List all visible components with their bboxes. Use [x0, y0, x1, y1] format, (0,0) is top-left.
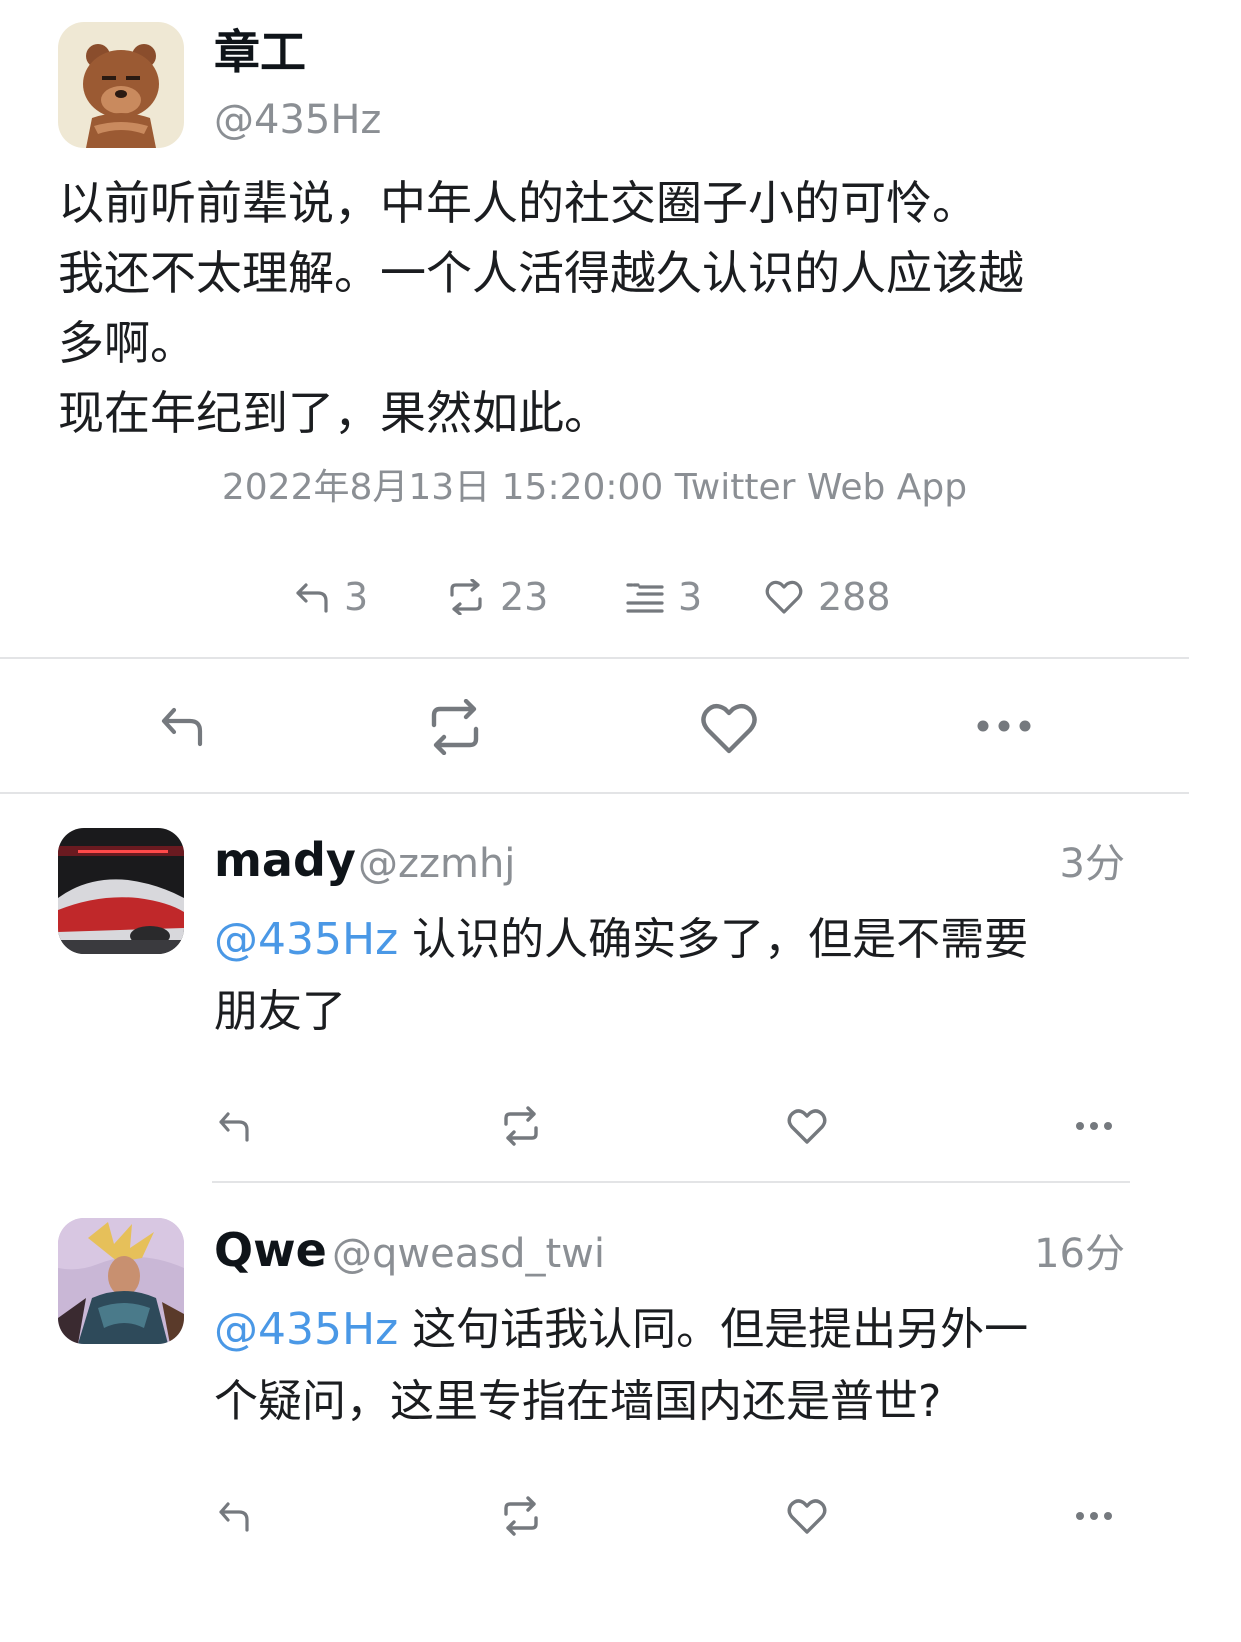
retweet-button[interactable]	[498, 1104, 544, 1148]
mention-link[interactable]: @435Hz	[214, 1304, 398, 1355]
quote-icon	[626, 583, 664, 613]
like-button[interactable]	[698, 698, 760, 758]
reply-author-handle[interactable]: @qweasd_twi	[332, 1228, 605, 1280]
quote-count-value: 3	[678, 575, 703, 619]
tweet-meta: 2022年8月13日 15:20:00 Twitter Web App	[221, 467, 968, 508]
retweet-count[interactable]: 23	[446, 574, 548, 620]
mention-link[interactable]: @435Hz	[214, 914, 398, 965]
author-handle[interactable]: @435Hz	[214, 94, 381, 146]
retweet-count-value: 23	[500, 575, 549, 619]
reply-time: 3分	[1059, 841, 1125, 887]
tweet-text: 以前听前辈说，中年人的社交圈子小的可怜。 我还不太理解。一个人活得越久认识的人应…	[58, 176, 1024, 440]
like-count-value: 288	[818, 575, 891, 619]
more-button[interactable]	[1072, 1112, 1116, 1140]
retweet-button[interactable]	[424, 696, 486, 758]
like-button[interactable]	[784, 1494, 830, 1538]
like-count[interactable]: 288	[764, 574, 891, 620]
divider	[0, 657, 1189, 659]
more-button[interactable]	[974, 706, 1034, 746]
reply-time: 16分	[1034, 1231, 1125, 1277]
author-name[interactable]: 章工	[214, 24, 306, 80]
divider	[0, 792, 1189, 794]
reply-author-name[interactable]: mady	[214, 832, 356, 888]
reply-icon	[161, 707, 203, 747]
reply-avatar[interactable]	[58, 1218, 184, 1344]
reply-avatar[interactable]	[58, 828, 184, 954]
reply-button[interactable]	[212, 1494, 256, 1538]
retweet-icon	[450, 579, 482, 615]
reply-icon	[296, 583, 328, 613]
heart-icon	[765, 580, 803, 614]
divider	[212, 1181, 1130, 1183]
reply-button[interactable]	[212, 1104, 256, 1148]
more-icon	[1076, 1122, 1112, 1130]
more-button[interactable]	[1072, 1502, 1116, 1530]
more-icon	[977, 720, 1031, 732]
reply-author-name[interactable]: Qwe	[214, 1222, 327, 1278]
like-button[interactable]	[784, 1104, 830, 1148]
reply-text: @435Hz 认识的人确实多了，但是不需要 朋友了	[214, 904, 1174, 1048]
reply-icon	[219, 1502, 249, 1532]
reply-count[interactable]: 3	[294, 574, 368, 620]
retweet-icon	[504, 1496, 538, 1536]
retweet-icon	[504, 1106, 538, 1146]
retweet-icon	[431, 699, 479, 755]
retweet-button[interactable]	[498, 1494, 544, 1538]
reply-count-value: 3	[344, 575, 369, 619]
reply-button[interactable]	[152, 696, 212, 756]
quote-count[interactable]: 3	[624, 574, 702, 620]
reply-author-handle[interactable]: @zzmhj	[358, 838, 515, 890]
more-icon	[1076, 1512, 1112, 1520]
reply-icon	[219, 1112, 249, 1142]
heart-icon	[787, 1109, 827, 1144]
heart-icon	[787, 1499, 827, 1534]
author-avatar[interactable]	[58, 22, 184, 148]
heart-icon	[701, 703, 757, 754]
reply-text: @435Hz 这句话我认同。但是提出另外一 个疑问，这里专指在墙国内还是普世?	[214, 1294, 1174, 1438]
